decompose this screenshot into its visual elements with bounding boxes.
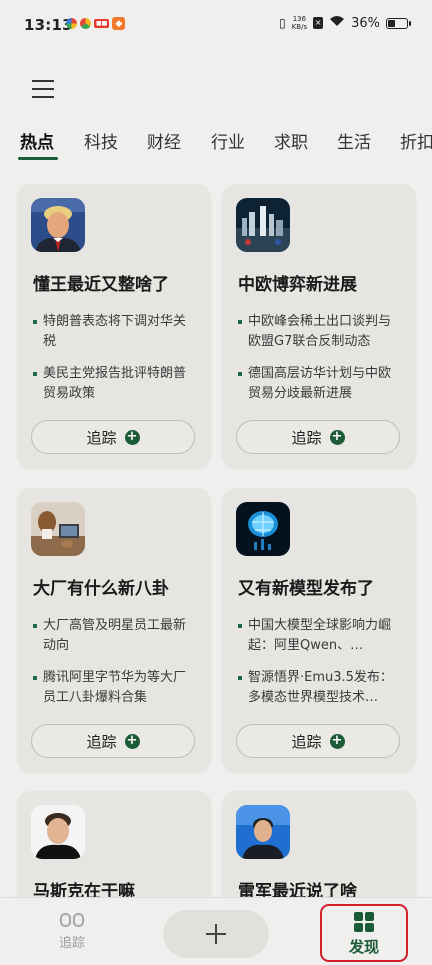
app-notification-icon: ■■ bbox=[94, 19, 110, 28]
track-button[interactable]: 追踪 + bbox=[31, 724, 195, 758]
topic-bullet[interactable]: 大厂高管及明星员工最新动向 bbox=[33, 616, 197, 656]
menu-icon[interactable] bbox=[32, 80, 54, 98]
tab-life[interactable]: 生活 bbox=[337, 128, 371, 153]
system-status-icons: ▯ 136 KB/s × 36% bbox=[279, 15, 411, 31]
plus-circle-icon: + bbox=[329, 429, 345, 445]
wifi-icon bbox=[329, 15, 345, 31]
binoculars-icon bbox=[59, 910, 85, 928]
topic-card[interactable]: 中欧博弈新进展 中欧峰会稀土出口谈判与欧盟G7联合反制动态 德国高层访华计划与中… bbox=[222, 184, 416, 468]
tab-jobs[interactable]: 求职 bbox=[274, 128, 308, 153]
network-speed: 136 KB/s bbox=[291, 15, 308, 31]
track-button-label: 追踪 bbox=[291, 732, 322, 751]
app-notification-icon bbox=[80, 18, 91, 29]
tab-finance[interactable]: 财经 bbox=[147, 128, 181, 153]
track-button-label: 追踪 bbox=[86, 732, 117, 751]
battery-percent: 36% bbox=[351, 15, 380, 31]
nav-discover-label: 发现 bbox=[348, 938, 379, 956]
track-button-label: 追踪 bbox=[86, 428, 117, 447]
add-button[interactable] bbox=[163, 910, 269, 958]
app-notification-icon bbox=[66, 18, 77, 29]
track-button[interactable]: 追踪 + bbox=[31, 420, 195, 454]
sim-icon: × bbox=[313, 17, 324, 29]
topic-avatar bbox=[31, 805, 85, 859]
tab-industry[interactable]: 行业 bbox=[211, 128, 245, 153]
topic-card[interactable]: 懂王最近又整啥了 特朗普表态将下调对华关税 美民主党报告批评特朗普贸易政策 追踪… bbox=[17, 184, 211, 468]
topic-card[interactable]: 大厂有什么新八卦 大厂高管及明星员工最新动向 腾讯阿里字节华为等大厂员工八卦爆料… bbox=[17, 488, 211, 772]
topic-bullet[interactable]: 智源悟界·Emu3.5发布：多模态世界模型技术… bbox=[238, 668, 402, 708]
topic-title: 又有新模型发布了 bbox=[238, 579, 374, 599]
grid-icon bbox=[354, 912, 374, 932]
battery-icon bbox=[386, 17, 411, 29]
topic-bullet[interactable]: 美民主党报告批评特朗普贸易政策 bbox=[33, 364, 197, 404]
tab-hot[interactable]: 热点 bbox=[20, 128, 54, 153]
status-bar: 13:13 ■■ ◆ ▯ 136 KB/s × 36% bbox=[0, 0, 432, 52]
tab-discount[interactable]: 折扣 bbox=[400, 128, 432, 153]
topic-avatar bbox=[31, 502, 85, 556]
notification-icons: ■■ ◆ bbox=[66, 17, 126, 30]
topic-avatar bbox=[236, 502, 290, 556]
topic-bullet[interactable]: 特朗普表态将下调对华关税 bbox=[33, 312, 197, 352]
topic-bullet[interactable]: 腾讯阿里字节华为等大厂员工八卦爆料合集 bbox=[33, 668, 197, 708]
nav-track[interactable]: 追踪 bbox=[44, 910, 100, 951]
topic-bullet[interactable]: 中欧峰会稀土出口谈判与欧盟G7联合反制动态 bbox=[238, 312, 402, 352]
plus-circle-icon: + bbox=[124, 733, 140, 749]
topic-bullet[interactable]: 德国高层访华计划与中欧贸易分歧最新进展 bbox=[238, 364, 402, 404]
track-button[interactable]: 追踪 + bbox=[236, 724, 400, 758]
app-notification-icon: ◆ bbox=[112, 17, 126, 30]
vibrate-icon: ▯ bbox=[279, 16, 286, 30]
track-button-label: 追踪 bbox=[291, 428, 322, 447]
topic-title: 大厂有什么新八卦 bbox=[33, 579, 169, 599]
topic-avatar bbox=[31, 198, 85, 252]
plus-circle-icon: + bbox=[124, 429, 140, 445]
track-button[interactable]: 追踪 + bbox=[236, 420, 400, 454]
topic-title: 中欧博弈新进展 bbox=[238, 275, 357, 295]
plus-circle-icon: + bbox=[329, 733, 345, 749]
topic-card[interactable]: 又有新模型发布了 中国大模型全球影响力崛起：阿里Qwen、… 智源悟界·Emu3… bbox=[222, 488, 416, 772]
nav-discover[interactable]: 发现 bbox=[320, 904, 408, 962]
active-tab-indicator bbox=[18, 157, 58, 160]
topic-avatar bbox=[236, 805, 290, 859]
topic-title: 懂王最近又整啥了 bbox=[33, 275, 169, 295]
topic-bullet[interactable]: 中国大模型全球影响力崛起：阿里Qwen、… bbox=[238, 616, 402, 656]
tab-tech[interactable]: 科技 bbox=[84, 128, 118, 153]
category-tabs: 热点 科技 财经 行业 求职 生活 折扣 bbox=[0, 128, 432, 160]
topic-avatar bbox=[236, 198, 290, 252]
bottom-navigation: 追踪 发现 bbox=[0, 897, 432, 965]
nav-track-label: 追踪 bbox=[58, 936, 85, 951]
